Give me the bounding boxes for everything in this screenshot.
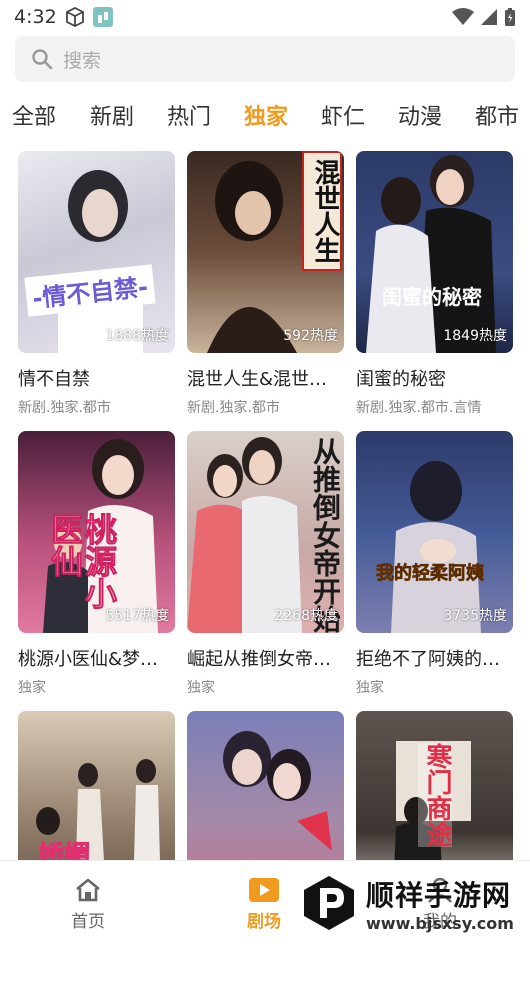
cover-title-text: 寒门商途 [418, 743, 452, 847]
tab-new[interactable]: 新剧 [77, 99, 154, 131]
heat-count: 592热度 [283, 328, 338, 344]
drama-tags: 独家 [356, 680, 384, 696]
drama-card[interactable]: 混世人生 592热度 混世人生&混世… 新剧.独家.都市 [187, 151, 344, 431]
tab-anime[interactable]: 动漫 [385, 99, 462, 131]
tab-hot[interactable]: 热门 [154, 99, 231, 131]
heat-count: 1888热度 [105, 328, 169, 344]
drama-title: 闺蜜的秘密 [356, 369, 446, 390]
drama-card[interactable]: 娇媚 [18, 711, 175, 991]
home-icon [76, 878, 100, 902]
search-icon [32, 49, 53, 70]
tab-urban[interactable]: 都市 [462, 99, 530, 131]
drama-title: 桃源小医仙&梦… [18, 649, 159, 670]
app-notification-icon [92, 7, 113, 27]
search-bar[interactable]: 搜索 [15, 36, 515, 82]
watermark-text: 顺祥手游网 www.bjsxsy.com [366, 874, 514, 933]
drama-title: 崛起从推倒女帝… [187, 649, 331, 670]
tab-exclusive[interactable]: 独家 [231, 99, 308, 131]
heat-count: 5517热度 [105, 608, 169, 624]
drama-cover[interactable]: 从推倒女帝开始 2268热度 [187, 431, 344, 633]
nav-home-label: 首页 [71, 912, 105, 932]
category-tabs: 全部 新剧 热门 独家 虾仁 动漫 都市 [0, 92, 530, 138]
drama-cover[interactable]: 混世人生 592热度 [187, 151, 344, 353]
cover-title-text: 从推倒女帝开始 [309, 437, 340, 633]
drama-title: 拒绝不了阿姨的… [356, 649, 500, 670]
nav-home[interactable]: 首页 [0, 861, 176, 942]
cover-title-text: 闺蜜的秘密 [382, 285, 482, 309]
cover-title-text: 混世人生 [302, 151, 342, 271]
play-icon [249, 878, 279, 902]
wifi-icon [452, 8, 474, 25]
status-time: 4:32 [14, 6, 57, 28]
heat-count: 2268热度 [274, 608, 338, 624]
drama-card[interactable]: 从推倒女帝开始 2268热度 崛起从推倒女帝… 独家 [187, 431, 344, 711]
drama-title: 混世人生&混世… [187, 369, 328, 390]
drama-card[interactable]: -情不自禁- 1888热度 情不自禁 新剧.独家.都市 [18, 151, 175, 431]
drama-cover[interactable]: 我的轻柔阿姨 3735热度 [356, 431, 513, 633]
tab-all[interactable]: 全部 [0, 99, 77, 131]
cover-title-text: 我的轻柔阿姨 [376, 563, 485, 585]
heat-count: 1849热度 [443, 328, 507, 344]
drama-cover[interactable]: 桃源小医仙 5517热度 [18, 431, 175, 633]
heat-count: 3735热度 [443, 608, 507, 624]
cube-icon [65, 7, 84, 27]
nav-theater-label: 剧场 [247, 912, 281, 932]
drama-tags: 新剧.独家.都市.言情 [356, 400, 482, 416]
search-placeholder: 搜索 [63, 49, 102, 72]
drama-tags: 新剧.独家.都市 [187, 400, 280, 416]
drama-title: 情不自禁 [18, 369, 90, 390]
status-bar: 4:32 [0, 0, 530, 34]
watermark-name: 顺祥手游网 [366, 878, 512, 912]
watermark-url: www.bjsxsy.com [366, 913, 514, 933]
drama-card[interactable]: 桃源小医仙 5517热度 桃源小医仙&梦… 独家 [18, 431, 175, 711]
tab-shrimp[interactable]: 虾仁 [308, 99, 385, 131]
battery-icon [505, 8, 515, 26]
drama-card[interactable]: 闺蜜的秘密 1849热度 闺蜜的秘密 新剧.独家.都市.言情 [356, 151, 513, 431]
drama-tags: 独家 [18, 680, 46, 696]
status-indicators [452, 7, 516, 27]
drama-tags: 独家 [187, 680, 215, 696]
drama-tags: 新剧.独家.都市 [18, 400, 111, 416]
watermark: 顺祥手游网 www.bjsxsy.com [300, 868, 530, 938]
drama-cover[interactable]: -情不自禁- 1888热度 [18, 151, 175, 353]
drama-card[interactable]: 寒门商途 [356, 711, 513, 991]
signal-icon [481, 9, 497, 25]
drama-card[interactable] [187, 711, 344, 991]
drama-cover[interactable]: 闺蜜的秘密 1849热度 [356, 151, 513, 353]
drama-card[interactable]: 我的轻柔阿姨 3735热度 拒绝不了阿姨的… 独家 [356, 431, 513, 711]
watermark-logo [304, 876, 354, 930]
